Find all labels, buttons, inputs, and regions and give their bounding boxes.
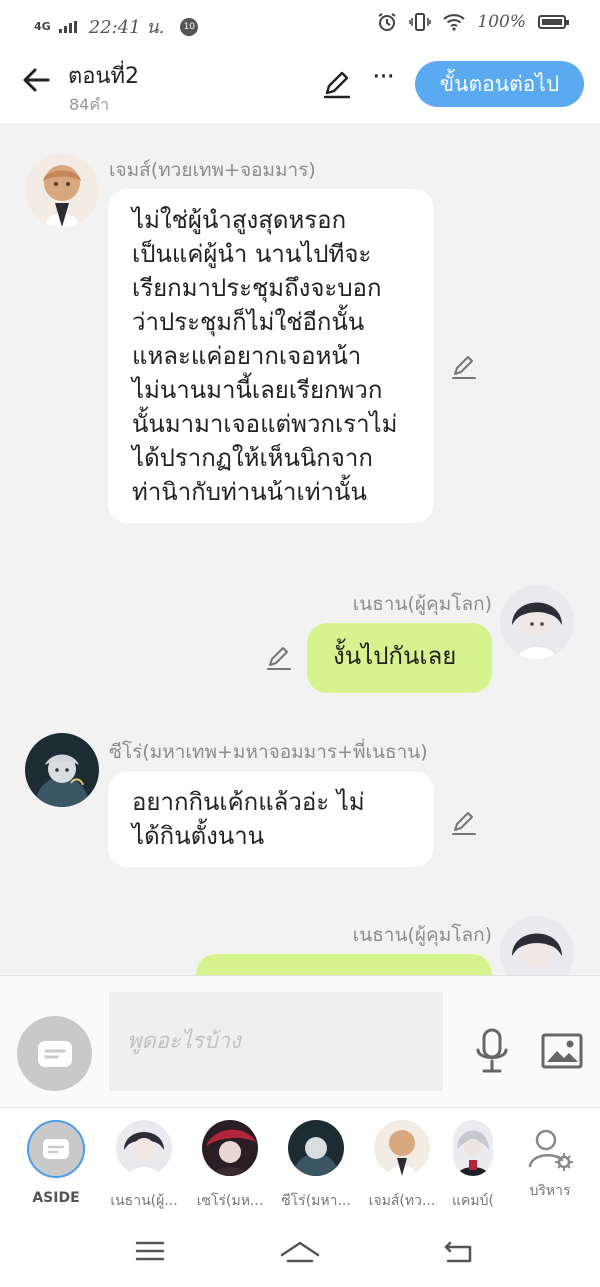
battery-icon xyxy=(538,15,569,29)
microphone-icon[interactable] xyxy=(474,1028,510,1074)
character-label: เซโร่(มห... xyxy=(196,1193,264,1209)
image-icon[interactable] xyxy=(541,1033,583,1069)
avatar-nethan[interactable] xyxy=(500,585,574,659)
character-label: เจมส์(ทว... xyxy=(368,1193,436,1209)
character-camb[interactable]: แคมบ์( xyxy=(440,1120,506,1212)
header: ตอนที่2 84คำ ··· ขั้นตอนต่อไป xyxy=(0,48,600,123)
message-bubble[interactable]: งั้นไปกันเลย xyxy=(307,623,492,693)
message-line: ว่าประชุมก็ไม่ใช่อีกนั้น xyxy=(132,308,365,336)
message-line: งั้นไปกันเลย xyxy=(333,642,457,670)
message-line: ได้ปรากฏให้เห็นนิกจาก xyxy=(132,444,373,472)
avatar-james[interactable] xyxy=(25,153,99,227)
avatar-nethan[interactable] xyxy=(500,916,574,975)
page-title: ตอนที่2 xyxy=(68,64,140,89)
next-step-button[interactable]: ขั้นตอนต่อไป xyxy=(415,61,584,107)
message-line: เรียกมาประชุมถึงจะบอก xyxy=(132,274,382,302)
message-line: นั้นมามาเจอแต่พวกเราไม่ xyxy=(132,410,398,438)
wifi-icon xyxy=(443,14,466,31)
message-line: แหละแค่อยากเจอหน้า xyxy=(132,342,362,370)
sender-name: เนธาน(ผู้คุมโลก) xyxy=(352,593,492,615)
chat-bubble-icon xyxy=(37,1040,72,1067)
message-line: ท่านิากับท่านน้าเท่านั้น xyxy=(132,478,367,506)
network-indicator: 4G xyxy=(34,20,51,33)
message-bubble[interactable]: ไม่ใช่ผู้นำสูงสุดหรอก เป็นแค่ผู้นำ นานไป… xyxy=(108,189,434,523)
home-icon[interactable] xyxy=(280,1235,320,1267)
edit-title-icon[interactable] xyxy=(322,70,352,100)
avatar xyxy=(374,1120,430,1176)
composer xyxy=(0,975,600,1107)
character-label: ASIDE xyxy=(32,1190,80,1206)
avatar xyxy=(288,1120,344,1176)
chat-area[interactable]: เจมส์(ทวยเทพ+จอมมาร) ไม่ใช่ผู้นำสูงสุดหร… xyxy=(0,123,600,975)
edit-message-icon[interactable] xyxy=(450,809,478,837)
user-settings-icon xyxy=(528,1129,573,1171)
word-count: 84คำ xyxy=(69,95,110,114)
menu-icon[interactable] xyxy=(130,1235,170,1267)
character-nethan[interactable]: เนธาน(ผู้... xyxy=(104,1120,184,1212)
character-aside[interactable]: ASIDE xyxy=(16,1120,96,1206)
character-zero[interactable]: ซีโร่(มหา... xyxy=(276,1120,356,1212)
avatar xyxy=(116,1120,172,1176)
message-line: เป็นแค่ผู้นำ นานไปทีจะ xyxy=(132,240,372,268)
aside-avatar xyxy=(27,1120,85,1178)
message-bubble[interactable] xyxy=(196,954,492,975)
back-icon[interactable] xyxy=(438,1235,478,1267)
vibrate-icon xyxy=(409,13,432,31)
character-label: ซีโร่(มหา... xyxy=(281,1193,351,1209)
character-james[interactable]: เจมส์(ทว... xyxy=(362,1120,442,1212)
alarm-icon xyxy=(378,13,396,31)
avatar-zero[interactable] xyxy=(25,733,99,807)
system-nav-bar xyxy=(0,1213,600,1287)
chat-bubble-icon xyxy=(43,1139,69,1159)
status-bar: 4G 22:41 น. 10 100% xyxy=(0,0,600,48)
character-bar: ASIDE เนธาน(ผู้... เซโร่(มห... ซีโร่(มหา… xyxy=(0,1107,600,1213)
message-line: ได้กินตั้งนาน xyxy=(132,822,265,850)
sender-name: เจมส์(ทวยเทพ+จอมมาร) xyxy=(109,159,316,181)
status-right: 100% xyxy=(377,12,569,32)
message-line: ไม่ใช่ผู้นำสูงสุดหรอก xyxy=(132,206,347,234)
status-left: 4G 22:41 น. 10 xyxy=(34,12,199,41)
manage-characters-button[interactable]: บริหาร xyxy=(510,1120,590,1202)
edit-message-icon[interactable] xyxy=(450,353,478,381)
sender-name: เนธาน(ผู้คุมโลก) xyxy=(352,924,492,946)
message-bubble[interactable]: อยากกินเค้กแล้วอ่ะ ไม่ ได้กินตั้งนาน xyxy=(108,771,434,867)
sender-name: ซีโร่(มหาเทพ+มหาจอมมาร+พี่เนธาน) xyxy=(109,741,428,763)
more-options-button[interactable]: ··· xyxy=(368,64,398,96)
character-label: แคมบ์( xyxy=(452,1193,494,1209)
avatar xyxy=(202,1120,258,1176)
character-sero[interactable]: เซโร่(มห... xyxy=(190,1120,270,1212)
edit-message-icon[interactable] xyxy=(265,644,293,672)
character-label: บริหาร xyxy=(529,1183,571,1199)
back-arrow-icon[interactable] xyxy=(18,62,54,98)
status-time: 22:41 น. xyxy=(88,17,165,38)
notification-badge: 10 xyxy=(180,17,199,36)
avatar xyxy=(453,1120,493,1176)
message-line: อยากกินเค้กแล้วอ่ะ ไม่ xyxy=(132,788,365,816)
battery-percent: 100% xyxy=(477,12,526,32)
signal-icon xyxy=(58,20,77,33)
message-line: ไม่นานมานี้เลยเรียกพวก xyxy=(132,376,383,404)
character-label: เนธาน(ผู้... xyxy=(110,1193,178,1209)
message-input[interactable] xyxy=(109,992,443,1091)
aside-toggle-button[interactable] xyxy=(17,1016,92,1091)
